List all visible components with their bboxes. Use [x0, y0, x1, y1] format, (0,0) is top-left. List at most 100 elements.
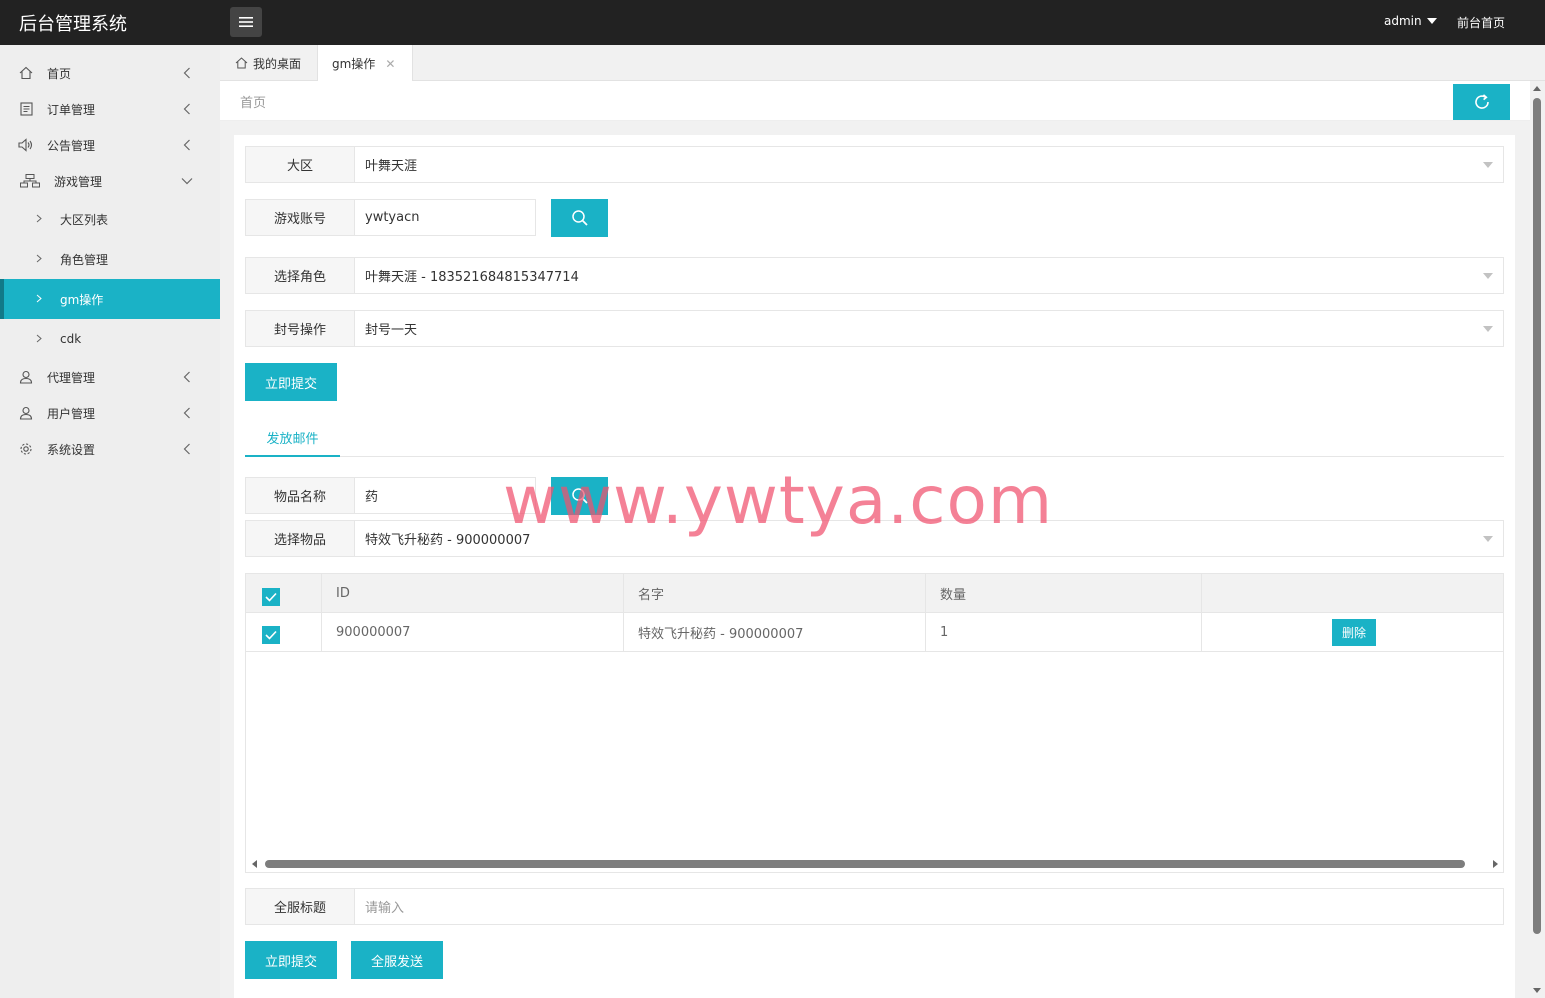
role-row: 选择角色 叶舞天涯 - 183521684815347714 — [245, 257, 1504, 294]
scroll-up-icon[interactable] — [1533, 86, 1541, 91]
item-name-row: 物品名称 药 — [245, 477, 536, 514]
app-title: 后台管理系统 — [19, 14, 127, 35]
sidebar-item-home[interactable]: 首页 — [0, 55, 220, 91]
item-name-input[interactable]: 药 — [355, 477, 536, 514]
content-panel: 大区 叶舞天涯 游戏账号 ywtyacn 选择角色 叶舞天涯 - 1835216… — [234, 135, 1515, 998]
sidebar-item-users[interactable]: 用户管理 — [0, 395, 220, 431]
ban-select[interactable]: 封号一天 — [355, 310, 1504, 347]
scroll-down-icon[interactable] — [1533, 988, 1541, 993]
region-label: 大区 — [245, 146, 355, 183]
select-item-select[interactable]: 特效飞升秘药 - 900000007 — [355, 520, 1504, 557]
mail-title-label: 全服标题 — [245, 888, 355, 925]
region-row: 大区 叶舞天涯 — [245, 146, 1504, 183]
chevron-down-icon — [181, 175, 193, 187]
user-icon — [18, 369, 34, 385]
table-header: ID 名字 数量 — [246, 574, 1503, 613]
top-header: 后台管理系统 admin 前台首页 — [0, 0, 1545, 45]
sidebar-item-orders[interactable]: 订单管理 — [0, 91, 220, 127]
sidebar-sub-cdk[interactable]: cdk — [0, 319, 220, 359]
sidebar-item-agents[interactable]: 代理管理 — [0, 359, 220, 395]
gear-icon — [18, 441, 34, 457]
hamburger-icon — [239, 17, 253, 27]
sidebar-sub-role-manage[interactable]: 角色管理 — [0, 239, 220, 279]
search-icon — [571, 488, 588, 504]
chevron-left-icon — [181, 103, 193, 115]
breadcrumb-bar: 首页 — [220, 81, 1530, 121]
sidebar-item-game[interactable]: 游戏管理 — [0, 163, 220, 199]
row-checkbox-cell — [246, 613, 322, 652]
mail-title-input[interactable]: 请输入 — [355, 888, 1504, 925]
item-name-label: 物品名称 — [245, 477, 355, 514]
chevron-right-icon — [36, 252, 42, 266]
header-checkbox-cell — [246, 574, 322, 613]
order-icon — [18, 101, 34, 117]
cell-qty: 1 — [926, 613, 1202, 652]
items-table: ID 名字 数量 900000007 特效飞升秘药 - 900000007 1 … — [245, 573, 1504, 873]
chevron-left-icon — [181, 371, 193, 383]
menu-toggle-button[interactable] — [230, 7, 262, 37]
ban-row: 封号操作 封号一天 — [245, 310, 1504, 347]
chevron-right-icon — [36, 292, 42, 306]
sidebar-item-settings[interactable]: 系统设置 — [0, 431, 220, 467]
select-all-checkbox[interactable] — [262, 587, 280, 606]
check-icon — [265, 592, 277, 602]
mail-submit-button[interactable]: 立即提交 — [245, 941, 337, 979]
scroll-right-icon[interactable] — [1493, 860, 1498, 868]
search-icon — [571, 210, 588, 226]
account-row: 游戏账号 ywtyacn — [245, 199, 536, 236]
dropdown-arrow-icon — [1483, 162, 1493, 168]
ban-label: 封号操作 — [245, 310, 355, 347]
sidebar: 首页 订单管理 公告管理 游戏管理 大区列表 角色管理 gm操作 cdk 代理管… — [0, 45, 220, 998]
mail-title-row: 全服标题 请输入 — [245, 888, 1504, 925]
dropdown-arrow-icon — [1483, 273, 1493, 279]
user-name: admin — [1384, 14, 1422, 28]
header-id: ID — [322, 574, 624, 613]
tab-send-mail[interactable]: 发放邮件 — [245, 420, 340, 457]
chevron-left-icon — [181, 443, 193, 455]
chevron-right-icon — [36, 332, 42, 346]
table-row: 900000007 特效飞升秘药 - 900000007 1 删除 — [246, 613, 1503, 652]
mail-tabs: 发放邮件 — [245, 420, 1504, 457]
home-icon — [18, 65, 34, 81]
cell-name: 特效飞升秘药 - 900000007 — [624, 613, 926, 652]
account-label: 游戏账号 — [245, 199, 355, 236]
front-page-link[interactable]: 前台首页 — [1457, 14, 1505, 31]
header-action — [1202, 574, 1503, 613]
role-label: 选择角色 — [245, 257, 355, 294]
home-icon — [235, 57, 248, 69]
chevron-left-icon — [181, 407, 193, 419]
account-input[interactable]: ywtyacn — [355, 199, 536, 236]
select-item-row: 选择物品 特效飞升秘药 - 900000007 — [245, 520, 1504, 557]
role-select[interactable]: 叶舞天涯 - 183521684815347714 — [355, 257, 1504, 294]
refresh-button[interactable] — [1453, 84, 1510, 120]
tabs-bar: 我的桌面 gm操作 ✕ — [220, 45, 1545, 82]
delete-button[interactable]: 删除 — [1332, 619, 1376, 646]
row-checkbox[interactable] — [262, 626, 280, 644]
header-qty: 数量 — [926, 574, 1202, 613]
header-name: 名字 — [624, 574, 926, 613]
tab-my-desktop[interactable]: 我的桌面 — [235, 45, 301, 81]
select-item-label: 选择物品 — [245, 520, 355, 557]
table-horizontal-scrollbar[interactable] — [250, 858, 1500, 870]
sitemap-icon — [20, 173, 40, 189]
broadcast-send-button[interactable]: 全服发送 — [351, 941, 443, 979]
sidebar-item-notices[interactable]: 公告管理 — [0, 127, 220, 163]
sidebar-sub-region-list[interactable]: 大区列表 — [0, 199, 220, 239]
speaker-icon — [18, 137, 34, 153]
scrollbar-thumb[interactable] — [265, 860, 1465, 868]
chevron-left-icon — [181, 67, 193, 79]
submit-button[interactable]: 立即提交 — [245, 363, 337, 401]
breadcrumb[interactable]: 首页 — [240, 92, 266, 111]
item-search-button[interactable] — [551, 477, 608, 515]
account-search-button[interactable] — [551, 199, 608, 237]
cell-id: 900000007 — [322, 613, 624, 652]
region-select[interactable]: 叶舞天涯 — [355, 146, 1504, 183]
close-icon[interactable]: ✕ — [385, 57, 395, 71]
scrollbar-thumb[interactable] — [1533, 98, 1541, 934]
page-vertical-scrollbar[interactable] — [1530, 81, 1545, 998]
scroll-left-icon[interactable] — [252, 860, 257, 868]
sidebar-sub-gm-operation[interactable]: gm操作 — [0, 279, 220, 319]
user-menu[interactable]: admin — [1384, 14, 1437, 28]
refresh-icon — [1474, 94, 1489, 109]
tab-gm-operation[interactable]: gm操作 ✕ — [317, 45, 413, 82]
